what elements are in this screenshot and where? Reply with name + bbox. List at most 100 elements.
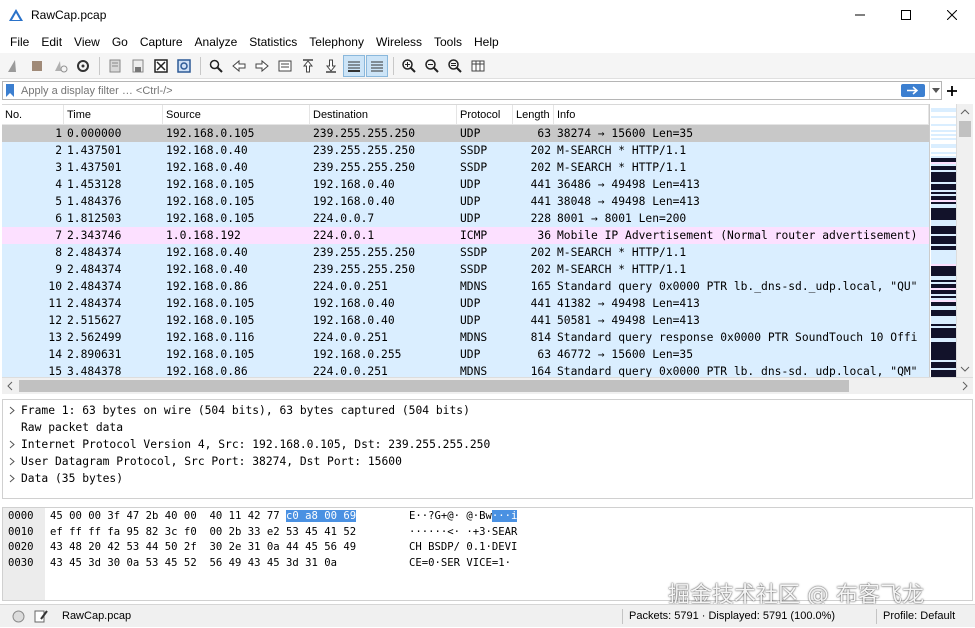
capture-status-indicator[interactable] xyxy=(0,605,34,628)
toolbar-separator xyxy=(200,56,201,75)
go-back-button[interactable] xyxy=(228,55,250,77)
menu-go[interactable]: Go xyxy=(106,35,134,49)
packet-list-vertical-scrollbar[interactable] xyxy=(956,104,973,377)
expand-arrow[interactable] xyxy=(3,457,21,466)
packet-row[interactable]: 5 1.484376 192.168.0.105 192.168.0.40 UDP 441… xyxy=(2,193,929,210)
chevron-down-icon xyxy=(931,88,940,93)
scroll-thumb[interactable] xyxy=(959,121,971,137)
packet-row[interactable]: 10 2.484374 192.168.0.86 224.0.0.251 MDNS 165… xyxy=(2,278,929,295)
ascii-text-highlighted: ···i xyxy=(491,510,518,522)
first-packet-button[interactable] xyxy=(297,55,319,77)
status-profile[interactable]: Profile: Default xyxy=(877,605,955,628)
add-filter-button[interactable] xyxy=(944,81,960,100)
capture-options-button[interactable] xyxy=(72,55,94,77)
packet-row[interactable]: 7 2.343746 1.0.168.192 224.0.0.1 ICMP 36 Mobil… xyxy=(2,227,929,244)
packet-row[interactable]: 3 1.437501 192.168.0.40 239.255.255.250 SSDP… xyxy=(2,159,929,176)
packet-cell-src: 192.168.0.105 xyxy=(166,127,255,140)
minimap-stripe xyxy=(931,144,956,146)
minimap-stripe xyxy=(931,340,956,342)
display-filter-input[interactable] xyxy=(17,82,901,99)
close-file-button[interactable] xyxy=(150,55,172,77)
packet-row[interactable]: 8 2.484374 192.168.0.40 239.255.255.250 SSDP… xyxy=(2,244,929,261)
column-header-length[interactable]: Length xyxy=(513,105,554,124)
packet-cell-info: Standard query 0x0000 PTR lb._dns-sd._ud… xyxy=(557,365,918,377)
save-file-button[interactable] xyxy=(127,55,149,77)
last-packet-button[interactable] xyxy=(320,55,342,77)
close-button[interactable] xyxy=(929,0,975,30)
packet-row[interactable]: 4 1.453128 192.168.0.105 192.168.0.40 UDP 441… xyxy=(2,176,929,193)
restart-capture-button[interactable] xyxy=(49,55,71,77)
minimap-stripe xyxy=(931,324,956,326)
minimap-stripe xyxy=(931,182,956,184)
packet-row[interactable]: 12 2.515627 192.168.0.105 192.168.0.40 UDP 44… xyxy=(2,312,929,329)
packet-row[interactable]: 15 3.484378 192.168.0.86 224.0.0.251 MDNS 164… xyxy=(2,363,929,377)
filter-history-dropdown[interactable] xyxy=(929,82,941,99)
colorize-button[interactable] xyxy=(366,54,388,77)
menu-file[interactable]: File xyxy=(4,35,35,49)
zoom-in-button[interactable] xyxy=(398,55,420,77)
open-file-button[interactable] xyxy=(104,55,126,77)
detail-tree-item[interactable]: User Datagram Protocol, Src Port: 38274,… xyxy=(3,453,972,470)
packet-minimap[interactable] xyxy=(929,104,956,377)
scroll-thumb[interactable] xyxy=(19,380,849,392)
menu-capture[interactable]: Capture xyxy=(134,35,189,49)
detail-tree-item[interactable]: Frame 1: 63 bytes on wire (504 bits), 63… xyxy=(3,402,972,419)
find-packet-button[interactable] xyxy=(205,55,227,77)
packet-cell-src: 192.168.0.105 xyxy=(166,348,255,361)
column-header-no[interactable]: No. xyxy=(2,105,64,124)
minimize-button[interactable] xyxy=(837,0,883,30)
zoom-out-button[interactable] xyxy=(421,55,443,77)
minimap-stripe xyxy=(931,136,956,138)
bytes-hex-column[interactable]: 45 00 00 3f 47 2b 40 00 40 11 42 77 c0 a… xyxy=(50,508,357,571)
normal-size-button[interactable] xyxy=(444,55,466,77)
packet-row[interactable]: 11 2.484374 192.168.0.105 192.168.0.40 UDP 44… xyxy=(2,295,929,312)
packet-row[interactable]: 2 1.437501 192.168.0.40 239.255.255.250 SSDP… xyxy=(2,142,929,159)
apply-filter-button[interactable] xyxy=(901,84,925,97)
minimap-stripe xyxy=(931,202,956,204)
column-header-time[interactable]: Time xyxy=(64,105,163,124)
edit-comment-icon xyxy=(34,610,48,623)
detail-tree-item[interactable]: Raw packet data xyxy=(3,419,972,436)
packet-row[interactable]: 13 2.562499 192.168.0.116 224.0.0.251 MDNS 81… xyxy=(2,329,929,346)
minimap-stripe xyxy=(931,368,956,370)
packet-row[interactable]: 6 1.812503 192.168.0.105 224.0.0.7 UDP 228 800… xyxy=(2,210,929,227)
menu-view[interactable]: View xyxy=(68,35,106,49)
expand-arrow[interactable] xyxy=(3,440,21,449)
column-header-protocol[interactable]: Protocol xyxy=(457,105,513,124)
packet-row[interactable]: 9 2.484374 192.168.0.40 239.255.255.250 SSDP… xyxy=(2,261,929,278)
packet-list-horizontal-scrollbar[interactable] xyxy=(2,377,973,394)
packet-row[interactable]: 14 2.890631 192.168.0.105 192.168.0.255 UDP 6… xyxy=(2,346,929,363)
filter-bookmark-button[interactable] xyxy=(3,82,17,99)
menu-bar: File Edit View Go Capture Analyze Statis… xyxy=(0,31,975,52)
menu-statistics[interactable]: Statistics xyxy=(243,35,303,49)
capture-comments-button[interactable] xyxy=(34,605,62,628)
menu-analyze[interactable]: Analyze xyxy=(189,35,244,49)
packet-cell-info: 50581 → 49498 Len=413 xyxy=(557,314,700,327)
detail-tree-item[interactable]: Data (35 bytes) xyxy=(3,470,972,487)
packet-row[interactable]: 1 0.000000 192.168.0.105 239.255.255.250 UDP… xyxy=(2,125,929,142)
stop-capture-button[interactable] xyxy=(26,55,48,77)
reload-file-button[interactable] xyxy=(173,55,195,77)
bytes-ascii-column[interactable]: E··?G+@· @·Bw···i ······<· ·+3·SEAR CH BSD… xyxy=(409,508,518,571)
autoscroll-button[interactable] xyxy=(343,54,365,77)
packet-cell-dst: 239.255.255.250 xyxy=(313,263,416,276)
go-to-packet-button[interactable] xyxy=(274,55,296,77)
menu-telephony[interactable]: Telephony xyxy=(303,35,370,49)
menu-tools[interactable]: Tools xyxy=(428,35,468,49)
resize-columns-button[interactable] xyxy=(467,55,489,77)
menu-edit[interactable]: Edit xyxy=(35,35,68,49)
go-forward-button[interactable] xyxy=(251,55,273,77)
column-header-source[interactable]: Source xyxy=(163,105,310,124)
expand-arrow[interactable] xyxy=(3,474,21,483)
expand-arrow[interactable] xyxy=(3,406,21,415)
menu-wireless[interactable]: Wireless xyxy=(370,35,428,49)
packet-cell-proto: SSDP xyxy=(460,246,488,259)
column-header-destination[interactable]: Destination xyxy=(310,105,457,124)
start-capture-button[interactable] xyxy=(3,55,25,77)
minimap-stripe xyxy=(931,360,956,362)
detail-tree-item[interactable]: Internet Protocol Version 4, Src: 192.16… xyxy=(3,436,972,453)
minimap-stripe xyxy=(931,156,956,158)
menu-help[interactable]: Help xyxy=(468,35,505,49)
column-header-info[interactable]: Info xyxy=(554,105,929,124)
maximize-button[interactable] xyxy=(883,0,929,30)
